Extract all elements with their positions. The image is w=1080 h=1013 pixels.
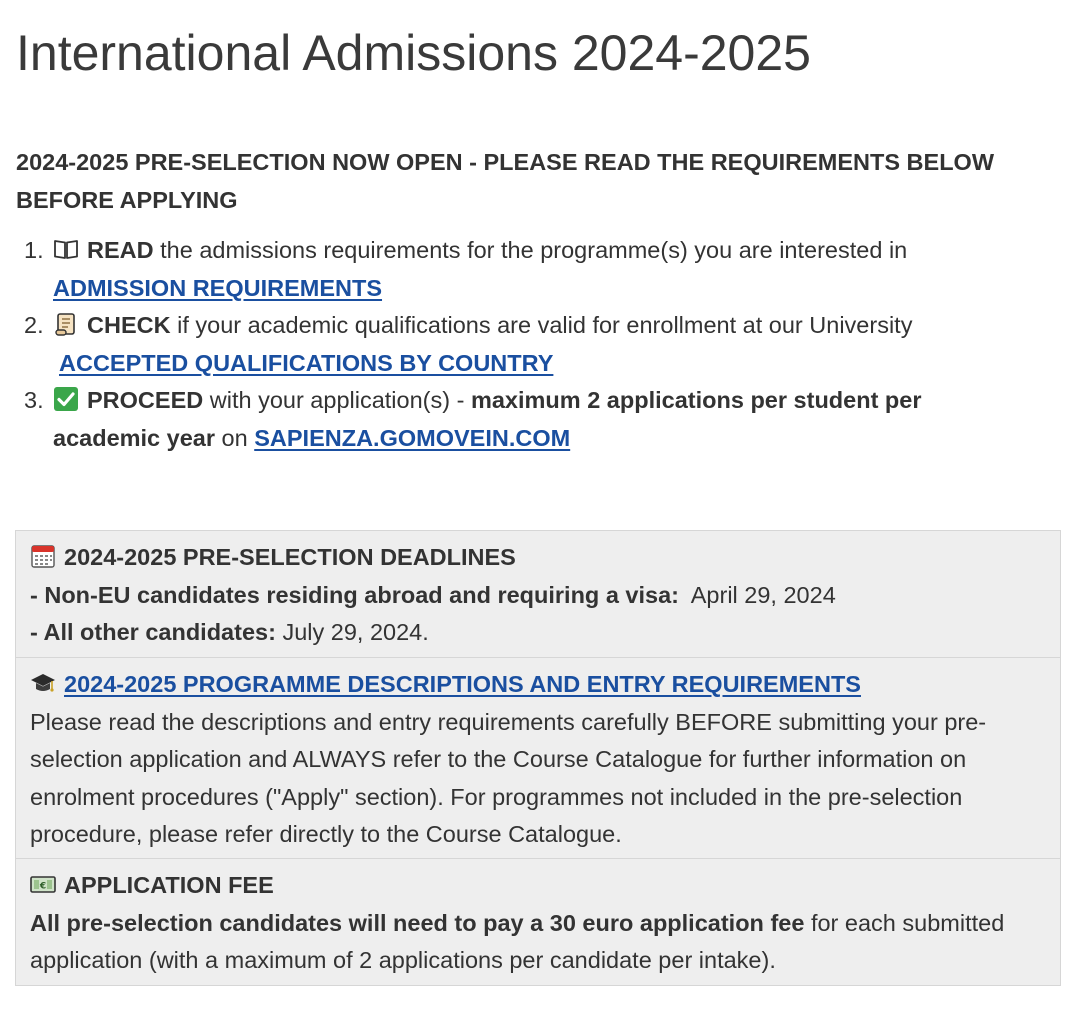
fee-title: APPLICATION FEE	[64, 872, 274, 898]
accepted-qualifications-link[interactable]: ACCEPTED QUALIFICATIONS BY COUNTRY	[59, 350, 553, 376]
step-number: 3.	[24, 387, 44, 413]
deadline-value: April 29, 2024	[678, 581, 836, 608]
svg-text:€: €	[39, 882, 46, 892]
step-text: the admissions requirements for the prog…	[153, 237, 908, 263]
application-steps: 1. READ the admissions requirements for …	[16, 232, 1026, 457]
step-number: 1.	[24, 237, 44, 263]
deadline-label: - All other candidates:	[30, 619, 276, 645]
deadline-row: - Non-EU candidates residing abroad and …	[30, 577, 1046, 615]
deadline-label: - Non-EU candidates residing abroad and …	[30, 581, 679, 608]
check-mark-button-icon	[53, 386, 79, 412]
admission-requirements-link[interactable]: ADMISSION REQUIREMENTS	[53, 275, 382, 301]
deadlines-title: 2024-2025 PRE-SELECTION DEADLINES	[64, 544, 516, 570]
calendar-icon	[30, 543, 56, 569]
page: International Admissions 2024-2025 2024-…	[0, 0, 1080, 1013]
application-fee-box: € APPLICATION FEE All pre-selection cand…	[15, 858, 1061, 986]
step-text: on	[215, 424, 255, 451]
graduation-cap-icon	[30, 670, 56, 696]
programme-descriptions-link[interactable]: 2024-2025 PROGRAMME DESCRIPTIONS AND ENT…	[64, 671, 861, 697]
step-number: 2.	[24, 312, 44, 338]
step-keyword: READ	[87, 237, 154, 263]
euro-banknote-icon: €	[30, 871, 56, 897]
programmes-box: 2024-2025 PROGRAMME DESCRIPTIONS AND ENT…	[15, 657, 1061, 859]
scroll-icon	[53, 311, 79, 337]
step-check: 2. CHECK if your academic qualifications…	[16, 307, 1026, 382]
programmes-description: Please read the descriptions and entry r…	[30, 708, 987, 848]
open-book-icon	[53, 236, 79, 262]
page-title: International Admissions 2024-2025	[16, 25, 811, 81]
step-text: with your application(s) -	[203, 387, 471, 413]
step-read: 1. READ the admissions requirements for …	[16, 232, 1026, 307]
gomovein-link[interactable]: SAPIENZA.GOMOVEIN.COM	[254, 425, 570, 451]
deadline-value: July 29, 2024.	[275, 619, 429, 645]
step-proceed: 3. PROCEED with your application(s) - ma…	[16, 382, 1026, 457]
pre-selection-notice: 2024-2025 PRE-SELECTION NOW OPEN - PLEAS…	[16, 149, 995, 213]
deadline-row: - All other candidates: July 29, 2024.	[30, 614, 1046, 652]
step-keyword: CHECK	[87, 312, 171, 338]
step-keyword: PROCEED	[87, 387, 204, 413]
deadlines-heading: 2024-2025 PRE-SELECTION DEADLINES	[30, 539, 1046, 577]
fee-description: All pre-selection candidates will need t…	[30, 905, 1046, 980]
programmes-heading: 2024-2025 PROGRAMME DESCRIPTIONS AND ENT…	[30, 666, 1046, 704]
deadlines-box: 2024-2025 PRE-SELECTION DEADLINES - Non-…	[15, 530, 1061, 658]
fee-heading: € APPLICATION FEE	[30, 867, 1046, 905]
fee-amount-text: All pre-selection candidates will need t…	[30, 909, 805, 936]
step-text: if your academic qualifications are vali…	[170, 312, 913, 338]
